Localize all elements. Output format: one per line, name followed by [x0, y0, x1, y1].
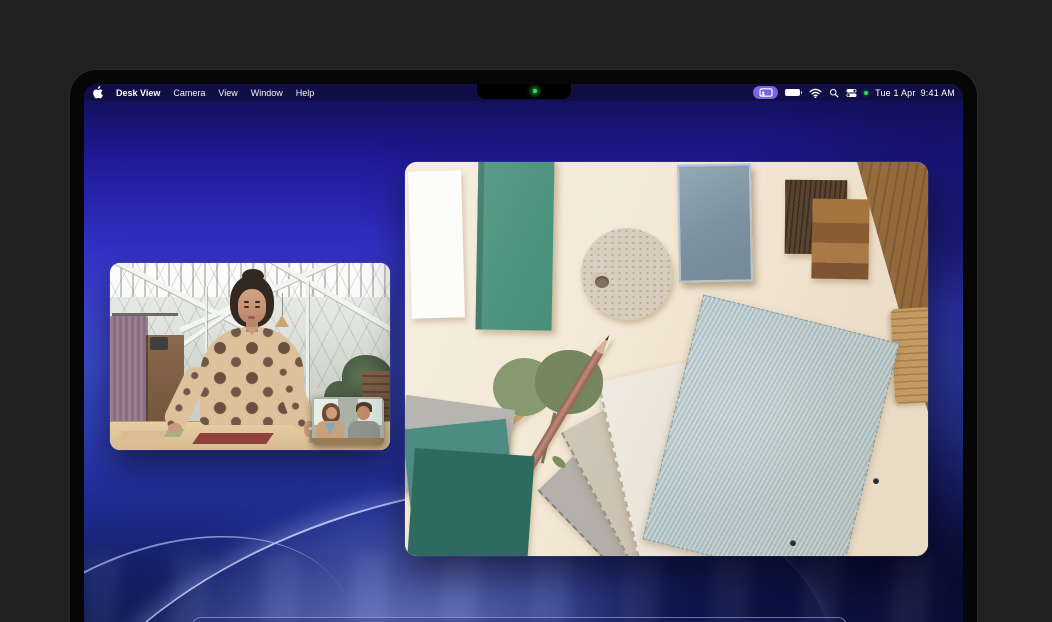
- background-window-top-edge[interactable]: [192, 617, 847, 622]
- desk-view-window[interactable]: [405, 162, 928, 556]
- presenter-eyebrow: [255, 301, 260, 303]
- desk-swatch-red: [192, 433, 274, 444]
- pip-table-edge: [312, 438, 384, 445]
- menu-bar-left: Desk View Camera View Window Help: [92, 86, 314, 99]
- wallpaper-bottom-streaks: [84, 554, 963, 622]
- brown-wood-sample: [811, 199, 869, 280]
- display-person-icon: [759, 88, 773, 97]
- menu-camera[interactable]: Camera: [173, 88, 205, 98]
- apple-logo-icon: [92, 86, 103, 99]
- menu-help[interactable]: Help: [296, 88, 315, 98]
- clothing-rack-fabric: [110, 316, 148, 428]
- menu-window[interactable]: Window: [251, 88, 283, 98]
- desk-swatch-tan: [117, 431, 168, 440]
- control-center-icon[interactable]: [846, 88, 857, 98]
- camera-active-dot: [864, 91, 868, 95]
- dark-teal-card: [407, 448, 534, 556]
- pendant-lamp-cord: [282, 293, 283, 315]
- pip-man-face: [357, 406, 370, 420]
- app-menu-desk-view[interactable]: Desk View: [116, 88, 160, 98]
- menu-bar-status: Tue 1 Apr 9:41 AM: [753, 86, 955, 99]
- presenter-eye: [255, 306, 260, 308]
- battery-body: [785, 89, 800, 97]
- apple-menu[interactable]: [92, 86, 103, 99]
- camera-indicator-led: [533, 89, 537, 93]
- swatch-grommet: [790, 540, 796, 546]
- screen-sharing-pill[interactable]: [753, 86, 778, 99]
- menu-view[interactable]: View: [218, 88, 237, 98]
- presenter-eye: [244, 306, 249, 308]
- presenter-hand-left: [168, 423, 182, 433]
- ceiling-post: [306, 281, 309, 403]
- marketing-canvas: { "menu_bar": { "app_name": "Desk View",…: [0, 0, 1052, 622]
- menu-bar-date: Tue 1 Apr: [875, 88, 916, 98]
- presenter-eyebrow: [244, 301, 249, 303]
- pip-local-video[interactable]: [312, 397, 384, 445]
- camera-notch: [477, 84, 571, 99]
- macbook-bezel: Desk View Camera View Window Help: [70, 70, 977, 622]
- pendant-lamp: [275, 315, 289, 327]
- macbook-screen: Desk View Camera View Window Help: [84, 84, 963, 622]
- facetime-window[interactable]: [110, 263, 390, 450]
- battery-nub: [801, 91, 803, 95]
- speaker-box: [150, 337, 168, 350]
- wifi-icon[interactable]: [809, 88, 822, 98]
- battery-icon[interactable]: [785, 89, 802, 97]
- swatch-grommet: [873, 478, 879, 484]
- pip-woman-face: [326, 407, 337, 419]
- menu-bar-clock[interactable]: Tue 1 Apr 9:41 AM: [875, 88, 955, 98]
- presenter-lips: [248, 316, 255, 319]
- presenter-hair-bun: [242, 269, 264, 283]
- menu-bar-time: 9:41 AM: [921, 88, 955, 98]
- spotlight-search-icon[interactable]: [829, 88, 839, 98]
